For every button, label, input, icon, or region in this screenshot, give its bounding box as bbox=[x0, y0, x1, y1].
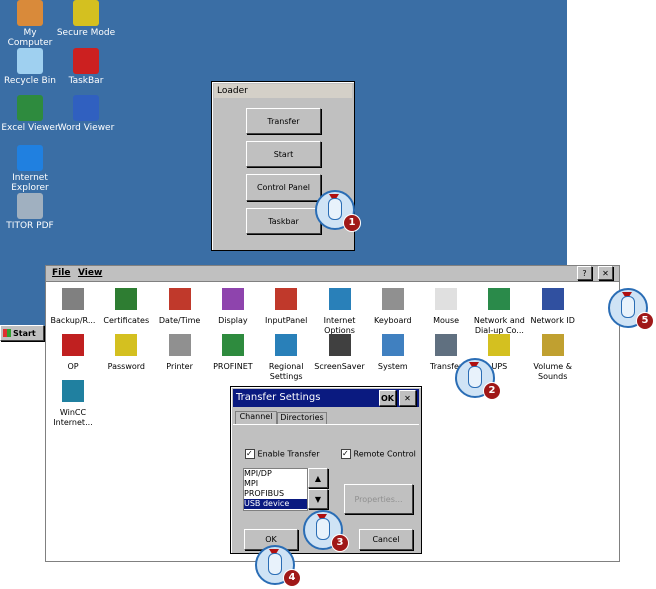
desktop-icon[interactable]: My Computer bbox=[0, 0, 60, 48]
control-panel-item[interactable]: Mouse bbox=[419, 288, 473, 326]
help-button[interactable]: ? bbox=[577, 266, 592, 280]
control-panel-item-icon bbox=[381, 288, 404, 310]
mouse-callout-1: 1 bbox=[315, 190, 361, 232]
control-panel-item-icon bbox=[115, 334, 138, 356]
control-panel-item-icon bbox=[328, 288, 351, 310]
windows-logo-icon bbox=[3, 329, 11, 337]
channel-listbox[interactable]: MPI/DP MPI PROFIBUS USB device bbox=[243, 468, 308, 511]
control-panel-item-icon bbox=[541, 288, 564, 310]
control-panel-item-icon bbox=[168, 334, 191, 356]
control-panel-item-icon bbox=[435, 334, 458, 356]
control-panel-item-icon bbox=[435, 288, 458, 310]
menu-view[interactable]: View bbox=[78, 268, 102, 278]
control-panel-item[interactable]: OP bbox=[46, 334, 100, 372]
mouse-icon bbox=[268, 553, 282, 575]
control-panel-item[interactable]: Internet Options bbox=[313, 288, 367, 336]
close-icon[interactable]: ✕ bbox=[399, 390, 416, 406]
desktop-icon-image bbox=[17, 48, 43, 74]
control-panel-item-icon bbox=[541, 334, 564, 356]
control-panel-item[interactable]: System bbox=[366, 334, 420, 372]
control-panel-item[interactable]: Display bbox=[206, 288, 260, 326]
transfer-button[interactable]: Transfer bbox=[246, 108, 321, 134]
control-panel-item[interactable]: PROFINET bbox=[206, 334, 260, 372]
start-loader-button[interactable]: Start bbox=[246, 141, 321, 167]
enable-transfer-checkbox[interactable]: ✓ Enable Transfer bbox=[245, 449, 320, 459]
desktop-icon-image bbox=[17, 145, 43, 171]
menu-file[interactable]: File bbox=[52, 268, 70, 278]
mouse-icon bbox=[316, 518, 330, 540]
menu-bar: File View ? ✕ bbox=[46, 266, 619, 282]
control-panel-item-icon bbox=[275, 288, 298, 310]
control-panel-item[interactable]: Network ID bbox=[526, 288, 580, 326]
control-panel-item[interactable]: Date/Time bbox=[153, 288, 207, 326]
control-panel-item[interactable]: Password bbox=[99, 334, 153, 372]
control-panel-item[interactable]: Certificates bbox=[99, 288, 153, 326]
desktop-icon[interactable]: TaskBar bbox=[56, 48, 116, 86]
mouse-callout-3: 3 bbox=[303, 510, 349, 552]
mouse-callout-5: 5 bbox=[608, 288, 654, 330]
desktop-icon[interactable]: Secure Mode bbox=[56, 0, 116, 38]
mouse-icon bbox=[328, 198, 342, 220]
cancel-button[interactable]: Cancel bbox=[359, 529, 413, 550]
taskbar-button[interactable]: Taskbar bbox=[246, 208, 321, 234]
control-panel-item-icon bbox=[62, 380, 84, 402]
control-panel-item[interactable]: Volume & Sounds bbox=[526, 334, 580, 382]
control-panel-item[interactable]: WinCC Internet... bbox=[46, 380, 100, 428]
desktop-icon[interactable]: Word Viewer bbox=[56, 95, 116, 133]
control-panel-item-icon bbox=[168, 288, 191, 310]
mouse-icon bbox=[468, 366, 482, 388]
close-button[interactable]: ✕ bbox=[598, 266, 613, 280]
loader-title: Loader bbox=[214, 84, 352, 98]
desktop-icon[interactable]: Internet Explorer bbox=[0, 145, 60, 193]
list-item-selected[interactable]: USB device bbox=[244, 499, 307, 509]
control-panel-item[interactable]: InputPanel bbox=[259, 288, 313, 326]
desktop-icon[interactable]: TITOR PDF bbox=[0, 193, 60, 231]
control-panel-item-icon bbox=[381, 334, 404, 356]
properties-button[interactable]: Properties... bbox=[344, 484, 413, 514]
control-panel-item-icon bbox=[221, 288, 244, 310]
control-panel-item[interactable]: ScreenSaver bbox=[313, 334, 367, 372]
control-panel-item-icon bbox=[275, 334, 298, 356]
list-item[interactable]: PROFIBUS bbox=[244, 489, 307, 499]
control-panel-item-icon bbox=[62, 288, 84, 310]
control-panel-item[interactable]: Keyboard bbox=[366, 288, 420, 326]
control-panel-button[interactable]: Control Panel bbox=[246, 174, 321, 201]
desktop-icon[interactable]: Recycle Bin bbox=[0, 48, 60, 86]
desktop-icon-image bbox=[73, 48, 99, 74]
list-item[interactable]: MPI bbox=[244, 479, 307, 489]
control-panel-item-icon bbox=[488, 334, 511, 356]
desktop-icon-image bbox=[17, 0, 43, 26]
desktop-icon[interactable]: Excel Viewer bbox=[0, 95, 60, 133]
control-panel-item[interactable]: Printer bbox=[153, 334, 207, 372]
tab-channel[interactable]: Channel bbox=[235, 411, 277, 424]
control-panel-item-icon bbox=[488, 288, 511, 310]
control-panel-item-icon bbox=[328, 334, 351, 356]
ok-title-button[interactable]: OK bbox=[379, 390, 396, 406]
mouse-icon bbox=[621, 296, 635, 318]
control-panel-item[interactable]: Backup/R... bbox=[46, 288, 100, 326]
control-panel-item-icon bbox=[62, 334, 84, 356]
remote-control-checkbox[interactable]: ✓ Remote Control bbox=[341, 449, 416, 459]
start-button[interactable]: Start bbox=[0, 325, 44, 341]
mouse-callout-4: 4 bbox=[255, 545, 301, 587]
desktop-icon-image bbox=[73, 0, 99, 26]
scroll-down-button[interactable]: ▼ bbox=[308, 489, 328, 509]
desktop-icon-image bbox=[73, 95, 99, 121]
control-panel-item-icon bbox=[221, 334, 244, 356]
mouse-callout-2: 2 bbox=[455, 358, 501, 400]
list-item[interactable]: MPI/DP bbox=[244, 469, 307, 479]
control-panel-item[interactable]: Regional Settings bbox=[259, 334, 313, 382]
scroll-up-button[interactable]: ▲ bbox=[308, 468, 328, 488]
control-panel-item-icon bbox=[115, 288, 138, 310]
desktop-icon-image bbox=[17, 95, 43, 121]
control-panel-item[interactable]: Network and Dial-up Co... bbox=[472, 288, 526, 336]
desktop-icon-image bbox=[17, 193, 43, 219]
